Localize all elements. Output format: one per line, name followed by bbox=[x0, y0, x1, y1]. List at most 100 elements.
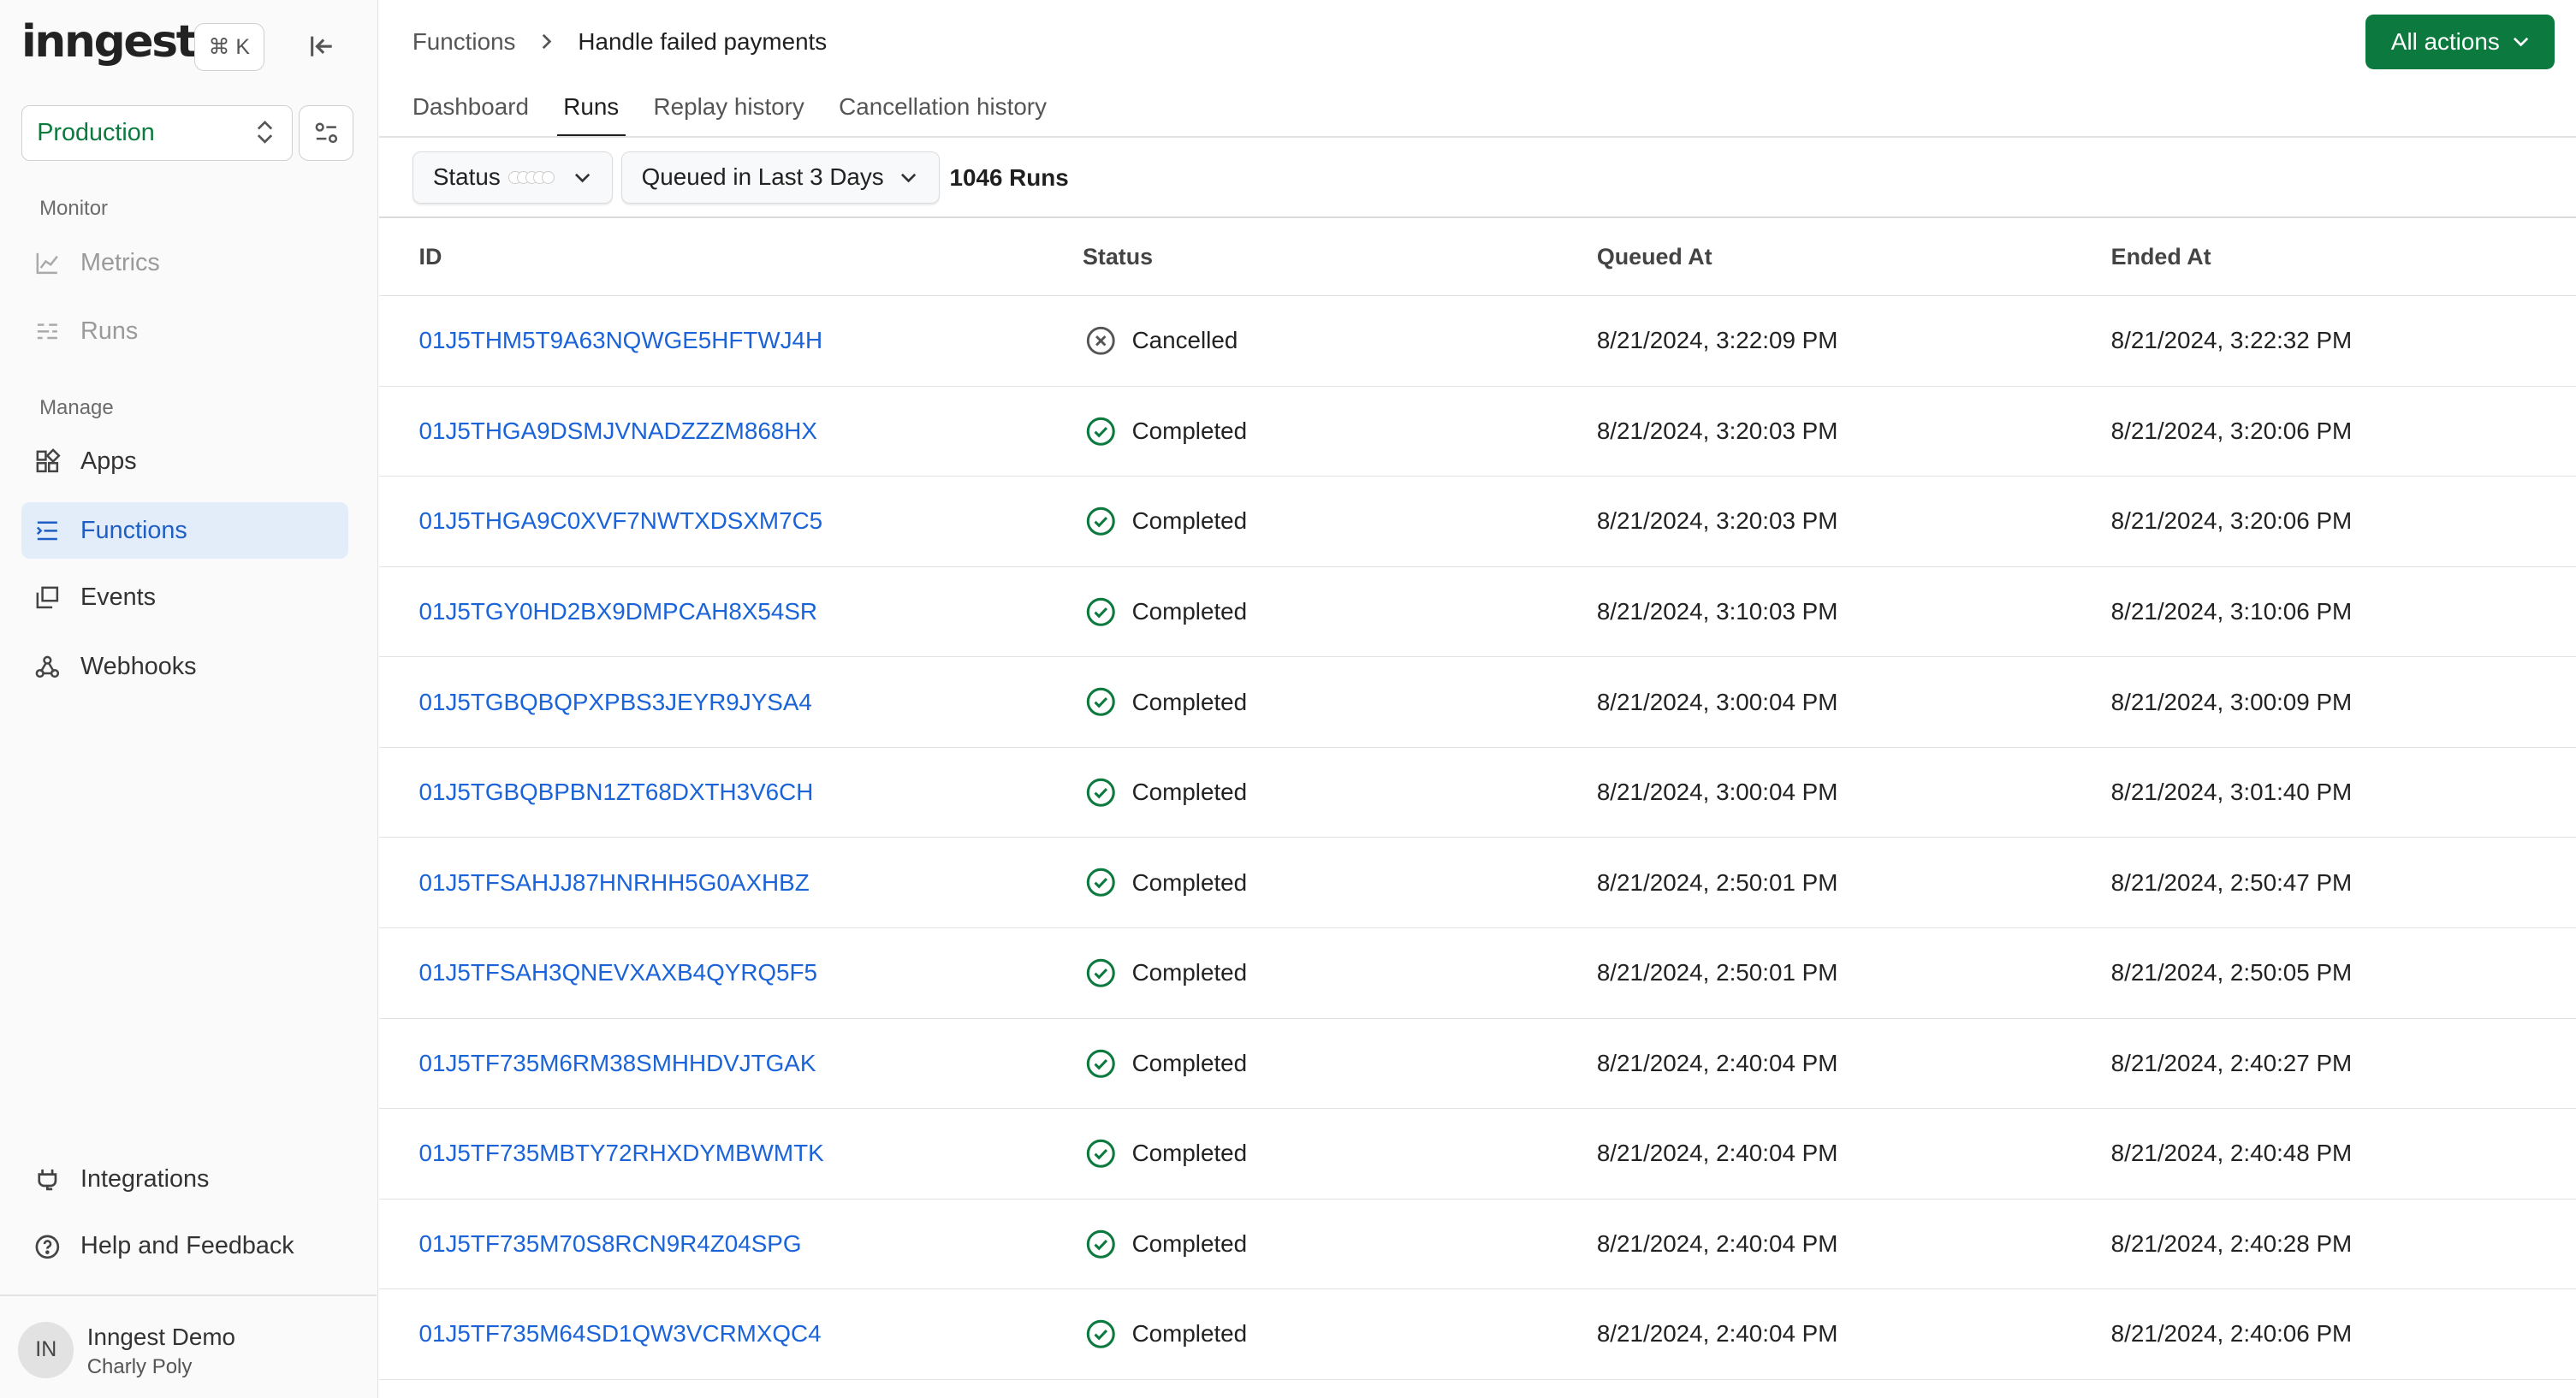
run-id-link[interactable]: 01J5THM5T9A63NQWGE5HFTWJ4H bbox=[379, 295, 1083, 387]
sidebar-item-label: Apps bbox=[80, 447, 137, 475]
ended-at: 8/21/2024, 2:40:06 PM bbox=[2110, 1288, 2576, 1380]
run-status: Completed bbox=[1083, 476, 1597, 567]
inngest-logo[interactable]: inngest bbox=[21, 16, 198, 68]
sidebar-item-functions[interactable]: Functions bbox=[21, 502, 348, 559]
status-filter-label: Status bbox=[432, 163, 501, 191]
tab-dashboard[interactable]: Dashboard bbox=[413, 91, 529, 137]
webhook-icon bbox=[35, 655, 60, 678]
ended-at: 8/21/2024, 3:22:32 PM bbox=[2110, 295, 2576, 387]
table-row[interactable]: 01J5TF735MBTY72RHXDYMBWMTK Completed 8/2… bbox=[379, 1108, 2576, 1200]
queued-at: 8/21/2024, 2:40:04 PM bbox=[1596, 1199, 2111, 1290]
status-label: Completed bbox=[1131, 417, 1248, 444]
table-row[interactable]: 01J5TGBQBPBN1ZT68DXTH3V6CH Completed 8/2… bbox=[379, 747, 2576, 838]
command-palette-button[interactable]: ⌘ K bbox=[193, 22, 265, 71]
tabs: Dashboard Runs Replay history Cancellati… bbox=[413, 91, 1081, 137]
breadcrumb-functions[interactable]: Functions bbox=[413, 28, 516, 56]
table-row[interactable]: 01J5TF735M64SD1QW3VCRMXQC4 Completed 8/2… bbox=[379, 1288, 2576, 1380]
status-label: Completed bbox=[1131, 507, 1248, 535]
sidebar-item-runs[interactable]: Runs bbox=[21, 304, 348, 359]
avatar[interactable]: IN bbox=[18, 1322, 74, 1378]
check-circle-icon bbox=[1086, 778, 1115, 807]
status-dots-icon bbox=[508, 170, 555, 184]
ended-at: 8/21/2024, 2:50:05 PM bbox=[2110, 927, 2576, 1019]
ended-at: 8/21/2024, 3:01:40 PM bbox=[2110, 747, 2576, 838]
sidebar-item-events[interactable]: Events bbox=[21, 570, 348, 625]
check-circle-icon bbox=[1086, 597, 1115, 626]
chevron-up-down-icon bbox=[258, 121, 273, 144]
organization-name[interactable]: Inngest Demo bbox=[87, 1324, 235, 1351]
table-row[interactable]: 01J5TF735M6RM38SMHHDVJTGAK Completed 8/2… bbox=[379, 1018, 2576, 1110]
sidebar-item-integrations[interactable]: Integrations bbox=[21, 1152, 348, 1207]
ended-at: 8/21/2024, 2:40:48 PM bbox=[2110, 1108, 2576, 1200]
status-filter[interactable]: Status bbox=[412, 151, 613, 204]
table-row[interactable]: 01J5TF735M70S8RCN9R4Z04SPG Completed 8/2… bbox=[379, 1199, 2576, 1290]
ended-at: 8/21/2024, 3:20:06 PM bbox=[2110, 476, 2576, 567]
status-label: Completed bbox=[1131, 1140, 1248, 1167]
environment-settings-button[interactable] bbox=[299, 104, 353, 162]
queued-at: 8/21/2024, 3:10:03 PM bbox=[1596, 566, 2111, 658]
check-circle-icon bbox=[1086, 506, 1115, 536]
check-circle-icon bbox=[1086, 868, 1115, 897]
sidebar-item-metrics[interactable]: Metrics bbox=[21, 235, 348, 291]
table-row[interactable]: 01J5TFSAH3QNEVXAXB4QYRQ5F5 Completed 8/2… bbox=[379, 927, 2576, 1019]
tab-replay-history[interactable]: Replay history bbox=[654, 91, 804, 137]
ended-at: 8/21/2024, 3:10:06 PM bbox=[2110, 566, 2576, 658]
status-label: Completed bbox=[1131, 688, 1248, 715]
queued-at: 8/21/2024, 3:20:03 PM bbox=[1596, 476, 2111, 567]
environment-label: Production bbox=[37, 119, 155, 147]
all-actions-button[interactable]: All actions bbox=[2365, 15, 2555, 69]
environment-select[interactable]: Production bbox=[21, 104, 293, 162]
status-label: Completed bbox=[1131, 1320, 1248, 1348]
check-circle-icon bbox=[1086, 1139, 1115, 1168]
run-id-link[interactable]: 01J5THGA9DSMJVNADZZZM868HX bbox=[379, 386, 1083, 477]
run-id-link[interactable]: 01J5TGY0HD2BX9DMPCAH8X54SR bbox=[379, 566, 1083, 658]
run-id-link[interactable]: 01J5TGBQBQPXPBS3JEYR9JYSA4 bbox=[379, 656, 1083, 748]
table-header: ID Status Queued At Ended At bbox=[379, 218, 2576, 297]
sliders-icon bbox=[315, 122, 337, 144]
run-status: Completed bbox=[1083, 656, 1597, 748]
run-id-link[interactable]: 01J5TF735M70S8RCN9R4Z04SPG bbox=[379, 1199, 1083, 1290]
run-id-link[interactable]: 01J5TF735M6RM38SMHHDVJTGAK bbox=[379, 1018, 1083, 1110]
run-status: Completed bbox=[1083, 927, 1597, 1019]
sidebar: inngest ⌘ K Production Monitor Metrics R… bbox=[0, 0, 378, 1398]
sidebar-item-label: Help and Feedback bbox=[80, 1232, 294, 1260]
run-status: Completed bbox=[1083, 386, 1597, 477]
all-actions-label: All actions bbox=[2390, 27, 2500, 55]
collapse-sidebar-icon[interactable] bbox=[306, 30, 338, 62]
status-label: Completed bbox=[1131, 779, 1248, 806]
check-circle-icon bbox=[1086, 1229, 1115, 1259]
ended-at: 8/21/2024, 3:20:06 PM bbox=[2110, 386, 2576, 477]
table-row[interactable]: 01J5THM5T9A63NQWGE5HFTWJ4H Cancelled 8/2… bbox=[379, 295, 2576, 387]
column-ended-at: Ended At bbox=[2110, 218, 2576, 297]
ended-at: 8/21/2024, 2:40:27 PM bbox=[2110, 1018, 2576, 1110]
sidebar-item-apps[interactable]: Apps bbox=[21, 434, 348, 489]
run-status: Completed bbox=[1083, 566, 1597, 658]
run-id-link[interactable]: 01J5TFSAH3QNEVXAXB4QYRQ5F5 bbox=[379, 927, 1083, 1019]
check-circle-icon bbox=[1086, 958, 1115, 987]
time-filter-label: Queued in Last 3 Days bbox=[641, 163, 884, 191]
table-row[interactable]: 01J5TFSAHJJ87HNRHH5G0AXHBZ Completed 8/2… bbox=[379, 837, 2576, 928]
table-row[interactable]: 01J5THGA9C0XVF7NWTXDSXM7C5 Completed 8/2… bbox=[379, 476, 2576, 567]
run-id-link[interactable]: 01J5TF735M64SD1QW3VCRMXQC4 bbox=[379, 1288, 1083, 1380]
run-status: Completed bbox=[1083, 1199, 1597, 1290]
sidebar-item-webhooks[interactable]: Webhooks bbox=[21, 639, 348, 695]
table-row[interactable]: 01J5TGY0HD2BX9DMPCAH8X54SR Completed 8/2… bbox=[379, 566, 2576, 658]
run-id-link[interactable]: 01J5TGBQBPBN1ZT68DXTH3V6CH bbox=[379, 747, 1083, 838]
table-row[interactable]: 01J5THGA9DSMJVNADZZZM868HX Completed 8/2… bbox=[379, 386, 2576, 477]
section-monitor: Monitor bbox=[39, 197, 109, 221]
tab-runs[interactable]: Runs bbox=[556, 91, 626, 137]
status-label: Completed bbox=[1131, 1229, 1248, 1257]
user-name: Charly Poly bbox=[86, 1354, 193, 1378]
chevron-down-icon bbox=[2514, 38, 2529, 47]
run-status: Completed bbox=[1083, 1288, 1597, 1380]
run-id-link[interactable]: 01J5TF735MBTY72RHXDYMBWMTK bbox=[379, 1108, 1083, 1200]
sidebar-item-help[interactable]: Help and Feedback bbox=[21, 1218, 348, 1274]
table-row[interactable]: 01J5TGBQBQPXPBS3JEYR9JYSA4 Completed 8/2… bbox=[379, 656, 2576, 748]
run-id-link[interactable]: 01J5TFSAHJJ87HNRHH5G0AXHBZ bbox=[379, 837, 1083, 928]
main-content: Functions Handle failed payments All act… bbox=[379, 0, 2576, 1398]
run-id-link[interactable]: 01J5THGA9C0XVF7NWTXDSXM7C5 bbox=[379, 476, 1083, 567]
tab-cancellation-history[interactable]: Cancellation history bbox=[839, 91, 1047, 137]
time-filter[interactable]: Queued in Last 3 Days bbox=[620, 151, 940, 204]
queued-at: 8/21/2024, 2:40:04 PM bbox=[1596, 1108, 2111, 1200]
queued-at: 8/21/2024, 2:50:01 PM bbox=[1596, 927, 2111, 1019]
